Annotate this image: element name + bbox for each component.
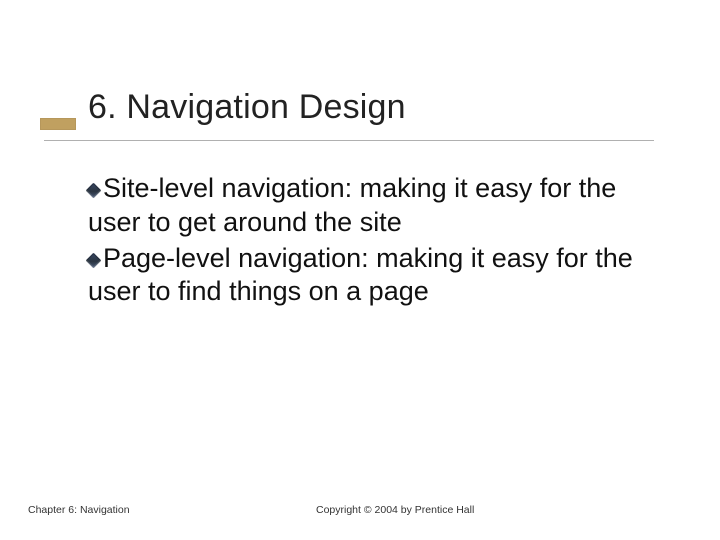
list-item: Site-level navigation: making it easy fo… <box>88 172 660 240</box>
slide-footer: Chapter 6: Navigation Copyright © 2004 b… <box>28 504 692 516</box>
list-item: Page-level navigation: making it easy fo… <box>88 242 660 310</box>
bullet-text: Site-level navigation: making it easy fo… <box>88 173 616 237</box>
title-area: 6. Navigation Design <box>88 88 680 127</box>
bullet-text: Page-level navigation: making it easy fo… <box>88 243 633 307</box>
footer-right: Copyright © 2004 by Prentice Hall <box>316 504 474 516</box>
slide-body: Site-level navigation: making it easy fo… <box>88 172 660 311</box>
title-underline <box>44 140 654 141</box>
footer-left: Chapter 6: Navigation <box>28 504 130 516</box>
diamond-bullet-icon <box>86 252 102 268</box>
slide-title: 6. Navigation Design <box>88 88 680 127</box>
title-accent-bar <box>40 118 76 130</box>
diamond-bullet-icon <box>86 183 102 199</box>
slide: 6. Navigation Design Site-level navigati… <box>0 0 720 540</box>
